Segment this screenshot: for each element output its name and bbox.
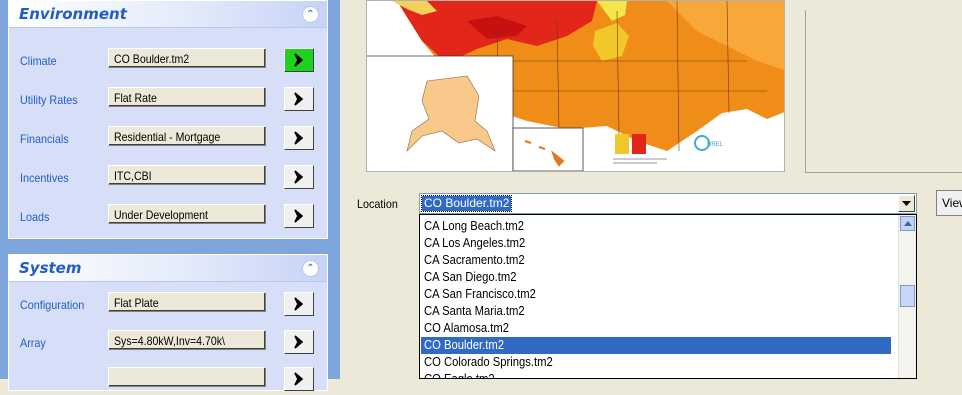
climate-value: CO Boulder.tm2 <box>108 48 266 68</box>
financials-label: Financials <box>20 132 69 146</box>
list-item[interactable]: CA Santa Maria.tm2 <box>421 303 891 320</box>
loads-label: Loads <box>20 210 50 224</box>
list-item-selected[interactable]: CO Boulder.tm2 <box>421 337 891 354</box>
chevron-right-icon <box>294 53 304 67</box>
climate-arrow-button[interactable] <box>284 48 314 72</box>
chevron-right-icon <box>294 372 304 386</box>
loads-value: Under Development <box>108 204 266 224</box>
module-arrow-button[interactable] <box>284 367 314 391</box>
nrel-logo-text: NREL <box>707 142 724 148</box>
incentives-label: Incentives <box>20 171 69 185</box>
chevron-up-icon <box>903 221 912 226</box>
system-group: System ⌃ Configuration Flat Plate Array … <box>8 254 328 391</box>
location-combobox[interactable]: CO Boulder.tm2 <box>419 193 917 214</box>
chevron-right-icon <box>294 297 304 311</box>
environment-group: Environment ⌃ Climate CO Boulder.tm2 Uti… <box>8 0 328 239</box>
collapse-chevron-icon[interactable]: ⌃ <box>302 6 319 23</box>
utility-rates-label: Utility Rates <box>20 93 78 107</box>
chevron-right-icon <box>294 335 304 349</box>
us-solar-map-image: NREL <box>367 1 784 171</box>
utility-rates-arrow-button[interactable] <box>284 87 314 111</box>
loads-row: Loads Under Development <box>9 202 327 232</box>
configuration-value: Flat Plate <box>108 292 266 312</box>
location-selected-value: CO Boulder.tm2 <box>420 195 513 212</box>
list-item[interactable]: CO Alamosa.tm2 <box>421 320 891 337</box>
module-value <box>108 367 266 387</box>
solar-resource-map: NREL <box>366 0 785 172</box>
collapse-chevron-icon[interactable]: ⌃ <box>302 260 319 277</box>
environment-header[interactable]: Environment ⌃ <box>9 1 327 28</box>
chevron-down-icon <box>902 200 911 206</box>
array-value: Sys=4.80kW,Inv=4.70k\ <box>108 330 266 350</box>
view-button[interactable]: View <box>936 190 962 216</box>
system-title: System <box>19 259 82 277</box>
list-item[interactable]: CA Sacramento.tm2 <box>421 252 891 269</box>
utility-rates-value: Flat Rate <box>108 87 266 107</box>
array-row: Array Sys=4.80kW,Inv=4.70k\ <box>9 328 327 358</box>
incentives-value: ITC,CBI <box>108 165 266 185</box>
climate-label: Climate <box>20 54 57 68</box>
configuration-arrow-button[interactable] <box>284 292 314 316</box>
environment-title: Environment <box>19 5 127 23</box>
scroll-up-button[interactable] <box>900 216 915 231</box>
chevron-right-icon <box>294 92 304 106</box>
configuration-label: Configuration <box>20 298 85 312</box>
list-item[interactable]: CA Long Beach.tm2 <box>421 218 891 235</box>
chevron-right-icon <box>294 131 304 145</box>
financials-row: Financials Residential - Mortgage <box>9 124 327 154</box>
utility-rates-row: Utility Rates Flat Rate <box>9 85 327 115</box>
chevron-right-icon <box>294 170 304 184</box>
list-item[interactable]: CO Eagle.tm2 <box>421 371 891 378</box>
list-item[interactable]: CA San Francisco.tm2 <box>421 286 891 303</box>
module-row <box>9 365 327 395</box>
task-pane: Environment ⌃ Climate CO Boulder.tm2 Uti… <box>0 0 340 391</box>
side-preview-box <box>805 10 962 173</box>
list-scrollbar[interactable] <box>898 215 916 378</box>
loads-arrow-button[interactable] <box>284 204 314 228</box>
incentives-row: Incentives ITC,CBI <box>9 163 327 193</box>
array-label: Array <box>20 336 46 350</box>
system-header[interactable]: System ⌃ <box>9 255 327 282</box>
chevron-right-icon <box>294 209 304 223</box>
list-item[interactable]: CA San Diego.tm2 <box>421 269 891 286</box>
climate-row: Climate CO Boulder.tm2 <box>9 46 327 76</box>
list-item[interactable]: CA Los Angeles.tm2 <box>421 235 891 252</box>
dropdown-arrow-button[interactable] <box>898 195 915 212</box>
scroll-thumb[interactable] <box>900 285 915 307</box>
location-dropdown-list[interactable]: CA Long Beach.tm2 CA Los Angeles.tm2 CA … <box>419 214 917 379</box>
configuration-row: Configuration Flat Plate <box>9 290 327 320</box>
array-arrow-button[interactable] <box>284 330 314 354</box>
financials-arrow-button[interactable] <box>284 126 314 150</box>
incentives-arrow-button[interactable] <box>284 165 314 189</box>
location-label: Location <box>357 197 398 211</box>
financials-value: Residential - Mortgage <box>108 126 266 146</box>
list-item[interactable]: CO Colorado Springs.tm2 <box>421 354 891 371</box>
